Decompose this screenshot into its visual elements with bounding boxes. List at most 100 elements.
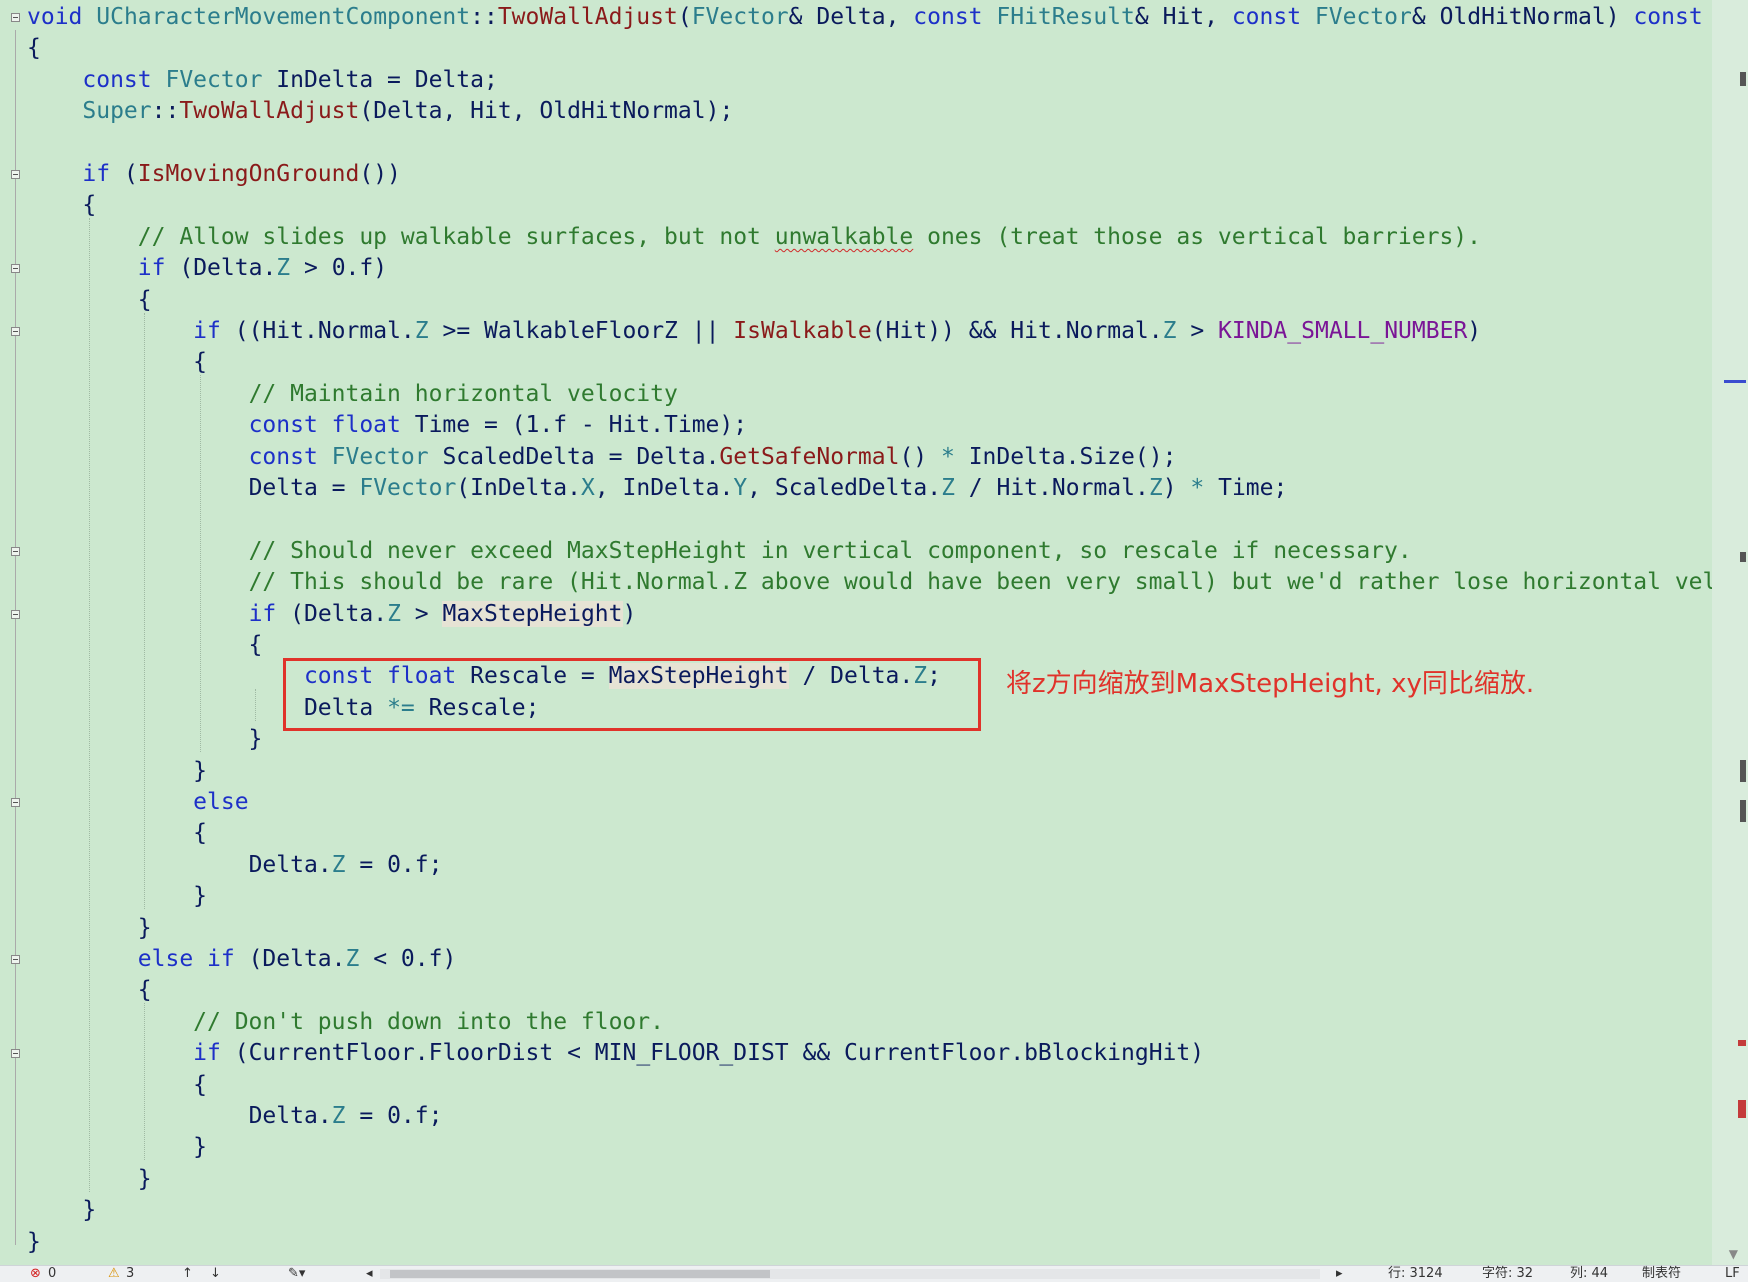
fold-toggle-icon[interactable] (11, 327, 20, 336)
scroll-right-arrow-icon[interactable]: ▸ (1336, 1266, 1343, 1282)
code-token: Z (331, 1103, 346, 1129)
code-token: Delta (373, 98, 443, 125)
code-token: Normal (317, 318, 401, 344)
scroll-left-arrow-icon[interactable]: ◂ (366, 1266, 373, 1282)
line-indicator[interactable]: 行: 3124 (1388, 1266, 1443, 1282)
code-line: } (27, 1132, 207, 1163)
code-token: < (553, 1040, 595, 1067)
fold-toggle-icon[interactable] (11, 609, 20, 619)
navigate-up-icon[interactable]: ↑ (182, 1266, 193, 1282)
code-token: = 0.f; (345, 851, 443, 878)
code-line: if (Delta.Z > 0.f) (27, 253, 387, 284)
eol-indicator[interactable]: LF (1725, 1266, 1740, 1282)
code-token: } (27, 1134, 208, 1161)
code-line: { (27, 33, 41, 64)
code-token: ScaledDelta (774, 475, 928, 501)
code-token: / (954, 475, 997, 501)
code-token: FVector (165, 66, 277, 93)
code-token: Hit (996, 475, 1039, 501)
code-token: ( (248, 946, 263, 972)
code-line: // Maintain horizontal velocity (27, 379, 678, 410)
code-token: { (27, 820, 208, 847)
code-line: } (27, 1227, 41, 1258)
code-token: } (27, 726, 263, 753)
code-token: { (27, 192, 97, 219)
code-token: & (1411, 4, 1440, 30)
code-line: { (27, 347, 207, 378)
code-token: ( (677, 4, 692, 30)
horizontal-scroll-thumb[interactable] (390, 1270, 770, 1278)
code-token: ) (1162, 475, 1191, 501)
code-token: . (1010, 1040, 1025, 1067)
overview-caret-marker (1724, 380, 1746, 383)
scroll-down-arrow-icon[interactable]: ▼ (1729, 1247, 1738, 1261)
overview-marker (1738, 1100, 1746, 1118)
code-token: ( (456, 475, 471, 501)
code-token: Delta (248, 1103, 318, 1129)
code-token: Hit (608, 412, 651, 439)
code-token: . (331, 946, 346, 972)
fold-toggle-icon[interactable] (11, 955, 20, 964)
code-token: (); (1134, 443, 1177, 470)
fold-rail (15, 30, 16, 1245)
code-token: FloorDist (428, 1040, 554, 1067)
code-token: UCharacterMovementComponent (96, 4, 471, 30)
fold-toggle-icon[interactable] (11, 1049, 20, 1059)
fold-toggle-icon[interactable] (11, 546, 20, 556)
fold-toggle-icon[interactable] (11, 798, 20, 807)
code-token: MIN_FLOOR_DIST (594, 1040, 789, 1067)
code-token: ( (123, 161, 138, 187)
warning-icon[interactable]: ⚠ (108, 1266, 120, 1282)
code-token: Size (1079, 443, 1135, 470)
code-editor[interactable]: void UCharacterMovementComponent::TwoWal… (0, 0, 1712, 1265)
warning-count: 3 (126, 1266, 135, 1281)
code-token: IsWalkable (733, 318, 872, 344)
code-token: { (27, 977, 152, 1004)
char-indicator[interactable]: 字符: 32 (1482, 1266, 1533, 1282)
code-token: . (373, 600, 388, 627)
code-token: Hit (470, 98, 512, 125)
code-token: Delta (248, 475, 318, 501)
code-token: > (1176, 318, 1219, 344)
code-token: . (1065, 443, 1080, 470)
code-token: MaxStepHeight (442, 600, 623, 627)
code-token: } (27, 757, 208, 784)
code-token: Hit (1162, 4, 1205, 30)
vertical-scrollbar[interactable]: ▼ (1712, 0, 1748, 1265)
code-token: ; (1273, 475, 1288, 501)
code-token: { (27, 632, 263, 658)
code-token: FHitResult (996, 4, 1135, 30)
code-token: ()) (359, 161, 401, 187)
fold-toggle-icon[interactable] (11, 264, 20, 274)
fold-toggle-icon[interactable] (11, 13, 20, 22)
code-token: ); (719, 412, 748, 439)
overview-marker (1738, 1040, 1746, 1046)
fold-toggle-icon[interactable] (11, 170, 20, 179)
error-icon[interactable]: ⊗ (30, 1266, 41, 1282)
code-token: if (193, 1040, 235, 1067)
code-token: else if (137, 946, 249, 972)
indent-indicator[interactable]: 制表符 (1642, 1266, 1681, 1282)
code-token: } (27, 1165, 152, 1192)
code-line: else if (Delta.Z < 0.f) (27, 944, 457, 975)
code-token: = 0.f; (345, 1103, 443, 1129)
col-indicator[interactable]: 列: 44 (1570, 1266, 1608, 1282)
code-token: Time (414, 412, 471, 439)
code-token: & (788, 4, 817, 30)
code-token: FVector (691, 4, 789, 30)
code-token: ( (234, 1040, 249, 1067)
code-line: Super::TwoWallAdjust(Delta, Hit, OldHitN… (27, 96, 733, 127)
code-cleanup-icon[interactable]: ✎▾ (288, 1266, 305, 1282)
code-token: Time (664, 412, 720, 439)
code-token: Z (331, 851, 346, 878)
code-token: , (747, 475, 775, 501)
navigate-down-icon[interactable]: ↓ (210, 1266, 221, 1282)
code-token: < 0.f) (359, 946, 457, 972)
